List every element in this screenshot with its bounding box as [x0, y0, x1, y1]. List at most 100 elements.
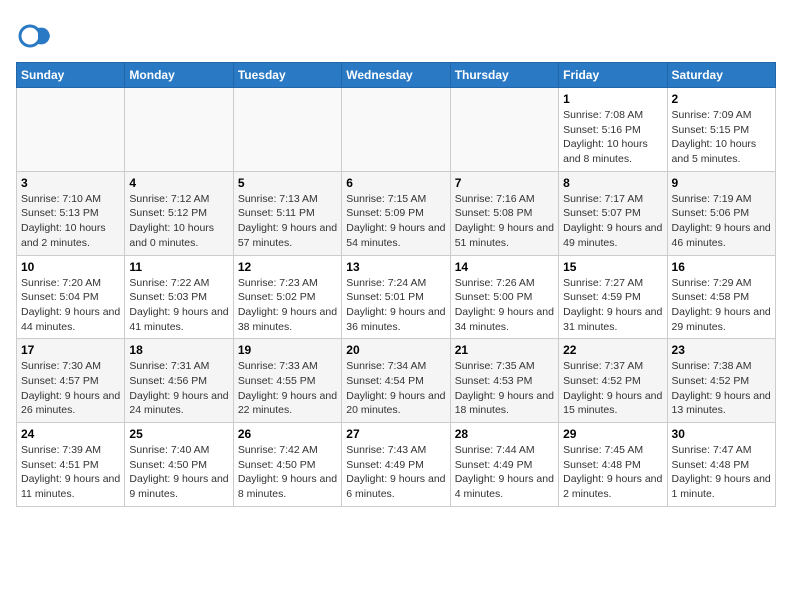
calendar-cell: 5 Sunrise: 7:13 AM Sunset: 5:11 PM Daylig…	[233, 171, 341, 255]
day-number: 19	[238, 343, 337, 357]
weekday-header: Monday	[125, 63, 233, 88]
day-number: 8	[563, 176, 662, 190]
calendar: SundayMondayTuesdayWednesdayThursdayFrid…	[16, 62, 776, 507]
calendar-cell: 25 Sunrise: 7:40 AM Sunset: 4:50 PM Dayli…	[125, 423, 233, 507]
calendar-cell	[125, 88, 233, 172]
calendar-cell: 22 Sunrise: 7:37 AM Sunset: 4:52 PM Dayli…	[559, 339, 667, 423]
day-info: Sunrise: 7:39 AM Sunset: 4:51 PM Dayligh…	[21, 443, 120, 502]
day-info: Sunrise: 7:22 AM Sunset: 5:03 PM Dayligh…	[129, 276, 228, 335]
day-number: 17	[21, 343, 120, 357]
calendar-cell: 13Sunrise: 7:24 AM Sunset: 5:01 PM Dayli…	[342, 255, 450, 339]
calendar-cell: 6 Sunrise: 7:15 AM Sunset: 5:09 PM Daylig…	[342, 171, 450, 255]
day-info: Sunrise: 7:42 AM Sunset: 4:50 PM Dayligh…	[238, 443, 337, 502]
calendar-week-row: 1 Sunrise: 7:08 AM Sunset: 5:16 PM Daylig…	[17, 88, 776, 172]
day-number: 28	[455, 427, 554, 441]
calendar-week-row: 17 Sunrise: 7:30 AM Sunset: 4:57 PM Dayli…	[17, 339, 776, 423]
day-info: Sunrise: 7:26 AM Sunset: 5:00 PM Dayligh…	[455, 276, 554, 335]
calendar-cell: 18 Sunrise: 7:31 AM Sunset: 4:56 PM Dayli…	[125, 339, 233, 423]
day-info: Sunrise: 7:31 AM Sunset: 4:56 PM Dayligh…	[129, 359, 228, 418]
calendar-cell: 29 Sunrise: 7:45 AM Sunset: 4:48 PM Dayli…	[559, 423, 667, 507]
calendar-week-row: 24 Sunrise: 7:39 AM Sunset: 4:51 PM Dayli…	[17, 423, 776, 507]
day-number: 6	[346, 176, 445, 190]
day-info: Sunrise: 7:27 AM Sunset: 4:59 PM Dayligh…	[563, 276, 662, 335]
day-info: Sunrise: 7:35 AM Sunset: 4:53 PM Dayligh…	[455, 359, 554, 418]
logo	[16, 16, 58, 54]
day-info: Sunrise: 7:20 AM Sunset: 5:04 PM Dayligh…	[21, 276, 120, 335]
calendar-cell: 14 Sunrise: 7:26 AM Sunset: 5:00 PM Dayli…	[450, 255, 558, 339]
weekday-header: Wednesday	[342, 63, 450, 88]
calendar-header-row: SundayMondayTuesdayWednesdayThursdayFrid…	[17, 63, 776, 88]
calendar-cell: 20 Sunrise: 7:34 AM Sunset: 4:54 PM Dayli…	[342, 339, 450, 423]
calendar-week-row: 10Sunrise: 7:20 AM Sunset: 5:04 PM Dayli…	[17, 255, 776, 339]
weekday-header: Thursday	[450, 63, 558, 88]
day-info: Sunrise: 7:15 AM Sunset: 5:09 PM Dayligh…	[346, 192, 445, 251]
calendar-cell: 16 Sunrise: 7:29 AM Sunset: 4:58 PM Dayli…	[667, 255, 775, 339]
day-info: Sunrise: 7:45 AM Sunset: 4:48 PM Dayligh…	[563, 443, 662, 502]
day-info: Sunrise: 7:38 AM Sunset: 4:52 PM Dayligh…	[672, 359, 771, 418]
day-number: 18	[129, 343, 228, 357]
calendar-cell: 21Sunrise: 7:35 AM Sunset: 4:53 PM Dayli…	[450, 339, 558, 423]
calendar-cell: 30 Sunrise: 7:47 AM Sunset: 4:48 PM Dayli…	[667, 423, 775, 507]
calendar-cell	[450, 88, 558, 172]
calendar-cell: 19 Sunrise: 7:33 AM Sunset: 4:55 PM Dayli…	[233, 339, 341, 423]
day-info: Sunrise: 7:12 AM Sunset: 5:12 PM Dayligh…	[129, 192, 228, 251]
day-number: 27	[346, 427, 445, 441]
day-number: 1	[563, 92, 662, 106]
day-info: Sunrise: 7:08 AM Sunset: 5:16 PM Dayligh…	[563, 108, 662, 167]
day-info: Sunrise: 7:13 AM Sunset: 5:11 PM Dayligh…	[238, 192, 337, 251]
weekday-header: Tuesday	[233, 63, 341, 88]
day-info: Sunrise: 7:09 AM Sunset: 5:15 PM Dayligh…	[672, 108, 771, 167]
day-number: 4	[129, 176, 228, 190]
calendar-cell: 28 Sunrise: 7:44 AM Sunset: 4:49 PM Dayli…	[450, 423, 558, 507]
day-number: 3	[21, 176, 120, 190]
calendar-cell: 1 Sunrise: 7:08 AM Sunset: 5:16 PM Daylig…	[559, 88, 667, 172]
day-number: 16	[672, 260, 771, 274]
day-number: 5	[238, 176, 337, 190]
calendar-cell	[342, 88, 450, 172]
calendar-cell: 27Sunrise: 7:43 AM Sunset: 4:49 PM Dayli…	[342, 423, 450, 507]
day-info: Sunrise: 7:47 AM Sunset: 4:48 PM Dayligh…	[672, 443, 771, 502]
day-number: 30	[672, 427, 771, 441]
calendar-week-row: 3 Sunrise: 7:10 AM Sunset: 5:13 PM Daylig…	[17, 171, 776, 255]
day-number: 15	[563, 260, 662, 274]
calendar-cell: 11 Sunrise: 7:22 AM Sunset: 5:03 PM Dayli…	[125, 255, 233, 339]
day-number: 9	[672, 176, 771, 190]
day-number: 2	[672, 92, 771, 106]
day-info: Sunrise: 7:30 AM Sunset: 4:57 PM Dayligh…	[21, 359, 120, 418]
day-info: Sunrise: 7:19 AM Sunset: 5:06 PM Dayligh…	[672, 192, 771, 251]
day-info: Sunrise: 7:44 AM Sunset: 4:49 PM Dayligh…	[455, 443, 554, 502]
day-info: Sunrise: 7:10 AM Sunset: 5:13 PM Dayligh…	[21, 192, 120, 251]
calendar-cell: 4 Sunrise: 7:12 AM Sunset: 5:12 PM Daylig…	[125, 171, 233, 255]
day-info: Sunrise: 7:17 AM Sunset: 5:07 PM Dayligh…	[563, 192, 662, 251]
day-info: Sunrise: 7:29 AM Sunset: 4:58 PM Dayligh…	[672, 276, 771, 335]
calendar-body: 1 Sunrise: 7:08 AM Sunset: 5:16 PM Daylig…	[17, 88, 776, 507]
day-number: 25	[129, 427, 228, 441]
day-number: 29	[563, 427, 662, 441]
calendar-cell	[17, 88, 125, 172]
day-number: 22	[563, 343, 662, 357]
day-info: Sunrise: 7:33 AM Sunset: 4:55 PM Dayligh…	[238, 359, 337, 418]
calendar-cell: 8 Sunrise: 7:17 AM Sunset: 5:07 PM Daylig…	[559, 171, 667, 255]
calendar-cell: 9 Sunrise: 7:19 AM Sunset: 5:06 PM Daylig…	[667, 171, 775, 255]
calendar-cell: 10Sunrise: 7:20 AM Sunset: 5:04 PM Dayli…	[17, 255, 125, 339]
calendar-cell: 15 Sunrise: 7:27 AM Sunset: 4:59 PM Dayli…	[559, 255, 667, 339]
day-info: Sunrise: 7:37 AM Sunset: 4:52 PM Dayligh…	[563, 359, 662, 418]
weekday-header: Friday	[559, 63, 667, 88]
day-info: Sunrise: 7:34 AM Sunset: 4:54 PM Dayligh…	[346, 359, 445, 418]
calendar-cell: 12Sunrise: 7:23 AM Sunset: 5:02 PM Dayli…	[233, 255, 341, 339]
day-info: Sunrise: 7:40 AM Sunset: 4:50 PM Dayligh…	[129, 443, 228, 502]
calendar-cell: 3 Sunrise: 7:10 AM Sunset: 5:13 PM Daylig…	[17, 171, 125, 255]
calendar-cell: 17 Sunrise: 7:30 AM Sunset: 4:57 PM Dayli…	[17, 339, 125, 423]
day-info: Sunrise: 7:24 AM Sunset: 5:01 PM Dayligh…	[346, 276, 445, 335]
calendar-cell: 7Sunrise: 7:16 AM Sunset: 5:08 PM Daylig…	[450, 171, 558, 255]
calendar-cell: 24 Sunrise: 7:39 AM Sunset: 4:51 PM Dayli…	[17, 423, 125, 507]
day-number: 12	[238, 260, 337, 274]
day-number: 23	[672, 343, 771, 357]
header	[16, 16, 776, 54]
day-number: 20	[346, 343, 445, 357]
day-number: 11	[129, 260, 228, 274]
day-number: 14	[455, 260, 554, 274]
weekday-header: Sunday	[17, 63, 125, 88]
day-number: 24	[21, 427, 120, 441]
day-number: 7	[455, 176, 554, 190]
